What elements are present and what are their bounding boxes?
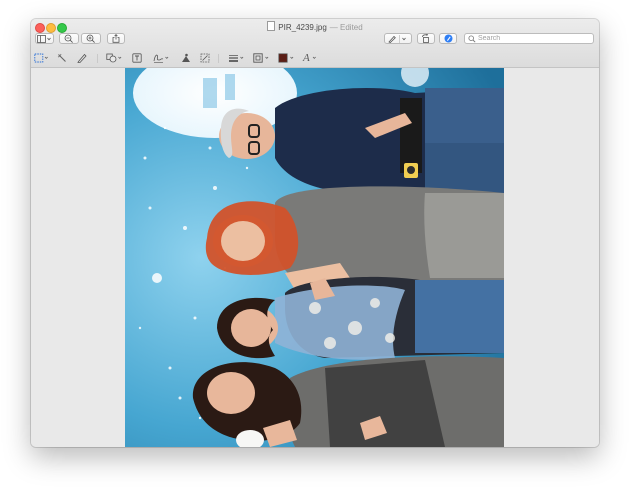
sketch-icon [77, 53, 87, 63]
shape-style-icon [229, 55, 244, 62]
zoom-in-button[interactable] [81, 33, 101, 44]
search-input[interactable] [478, 35, 588, 42]
border-color-tool[interactable] [253, 52, 270, 64]
adjust-size-tool[interactable] [200, 52, 211, 64]
adjust-size-icon [200, 53, 210, 63]
border-color-icon [253, 53, 269, 63]
search-field[interactable] [464, 33, 594, 44]
toolbar-divider [97, 54, 98, 63]
shapes-tool[interactable] [106, 52, 123, 64]
sign-icon [153, 54, 169, 63]
markup-toolbar-button[interactable] [439, 33, 457, 44]
fill-color-tool[interactable] [278, 52, 295, 64]
edited-label: — Edited [329, 23, 363, 32]
preview-window: PIR_4239.jpg — Edited Search A [31, 19, 599, 447]
pen-markup-button[interactable] [384, 33, 412, 44]
shape-style-tool[interactable] [228, 52, 245, 64]
fill-color-icon [278, 53, 294, 63]
document-icon [267, 21, 276, 31]
group-portrait-image [125, 68, 504, 447]
text-icon [132, 53, 142, 63]
sign-tool[interactable] [153, 52, 170, 64]
instant-alpha-tool[interactable] [57, 52, 68, 64]
text-tool[interactable] [132, 52, 143, 64]
adjust-color-icon [182, 53, 190, 62]
window-title: PIR_4239.jpg — Edited [31, 21, 599, 32]
zoom-in-icon [86, 34, 95, 43]
rectangular-selection-tool[interactable] [34, 52, 49, 64]
share-icon [112, 34, 120, 43]
text-style-tool[interactable]: A [303, 52, 319, 64]
sidebar-icon [37, 34, 51, 43]
pen-markup-icon [388, 34, 406, 43]
rotate-icon [422, 34, 429, 43]
title-bar[interactable]: PIR_4239.jpg — Edited Search A [31, 19, 599, 68]
sketch-tool[interactable] [77, 52, 88, 64]
rotate-button[interactable] [417, 33, 435, 44]
markup-toolbar-icon [444, 34, 452, 43]
share-button[interactable] [107, 33, 125, 44]
toolbar-divider [218, 54, 219, 63]
search-icon [468, 35, 476, 43]
filename: PIR_4239.jpg [278, 23, 327, 32]
shapes-icon [106, 53, 122, 63]
instant-alpha-icon [57, 53, 66, 62]
adjust-color-tool[interactable] [181, 52, 192, 64]
sidebar-toggle-button[interactable] [35, 33, 54, 44]
chevron-down-icon [312, 56, 316, 59]
zoom-out-icon [64, 34, 73, 43]
photo-image [125, 68, 504, 447]
zoom-out-button[interactable] [59, 33, 79, 44]
text-style-icon: A [303, 52, 310, 64]
rectangular-selection-icon [34, 53, 48, 63]
document-canvas [31, 68, 599, 447]
